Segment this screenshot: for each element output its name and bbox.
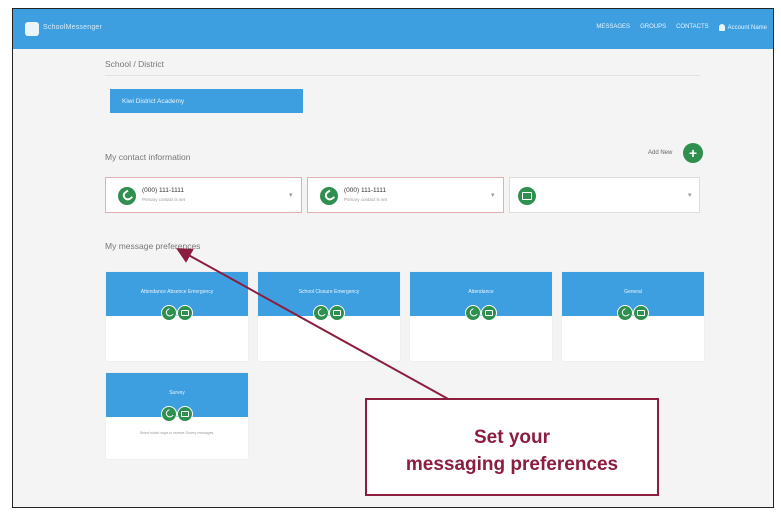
callout-box: Set your messaging preferences bbox=[365, 398, 659, 496]
callout-line-1: Set your bbox=[473, 427, 551, 448]
callout-text: Set your messaging preferences bbox=[367, 424, 657, 478]
callout-line-2: messaging preferences bbox=[405, 454, 619, 475]
